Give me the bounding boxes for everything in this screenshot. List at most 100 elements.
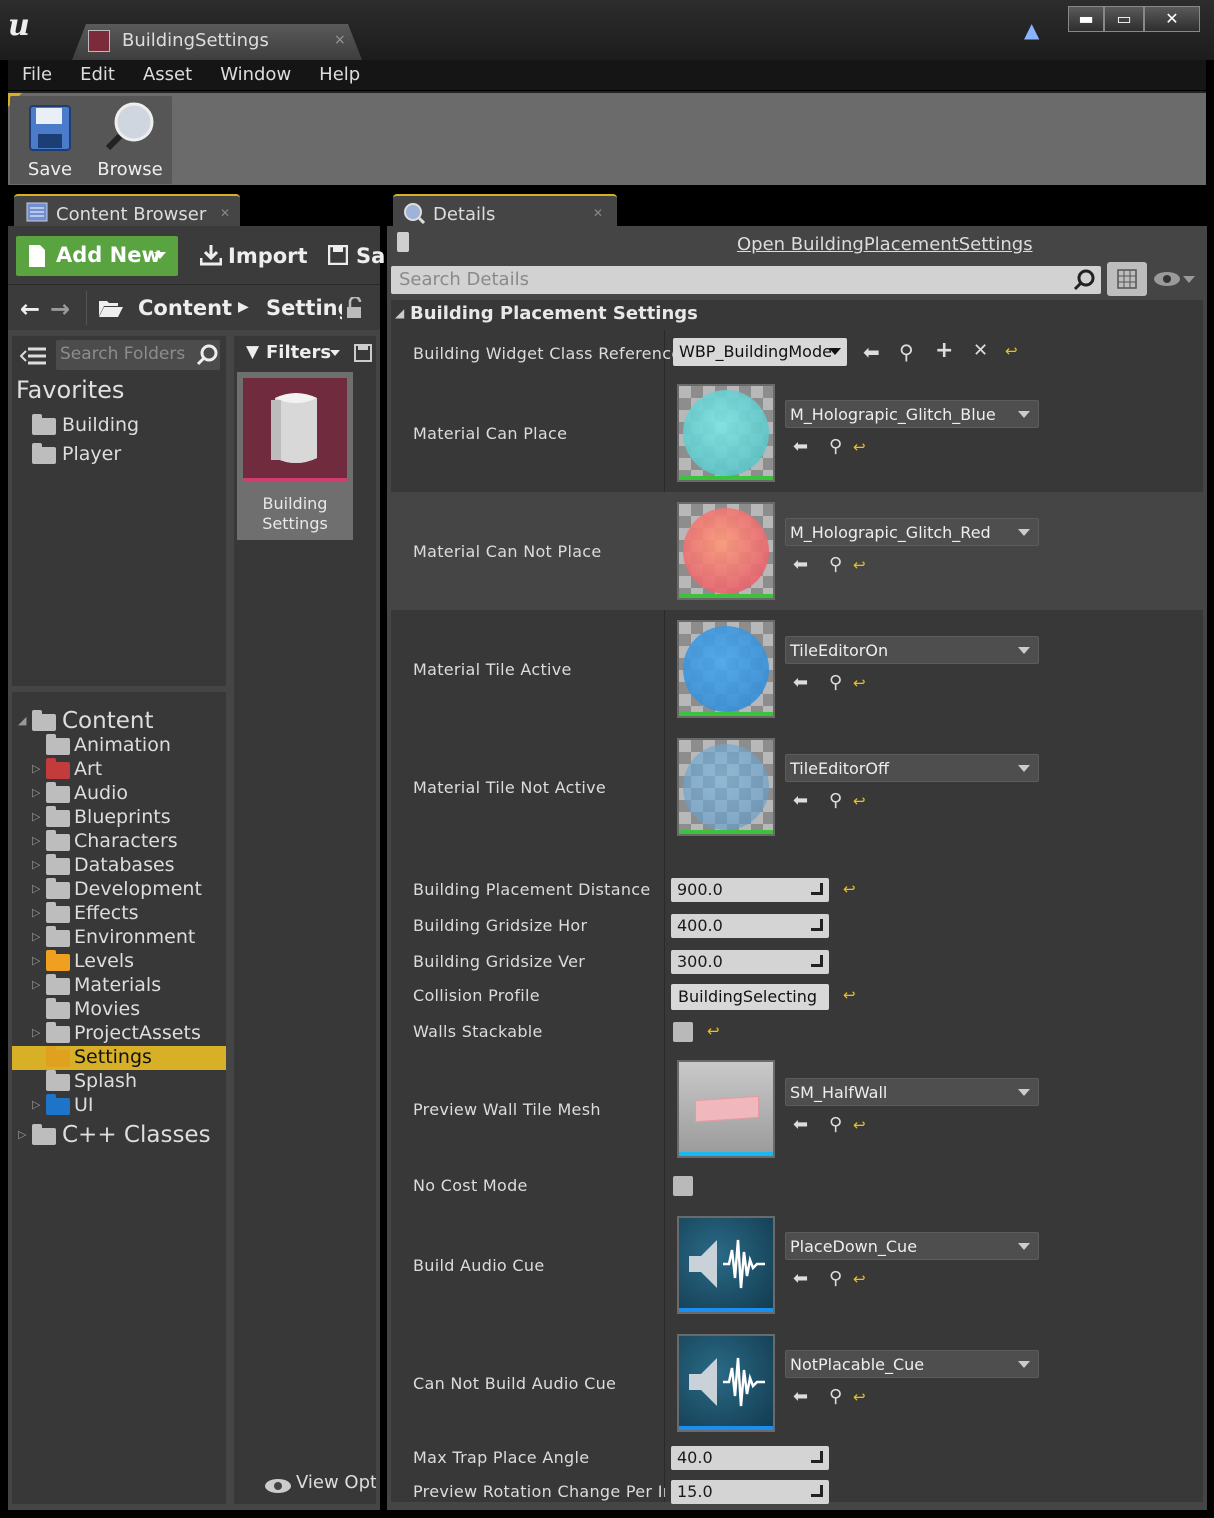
tree-folder-audio[interactable]: ▷ Audio [12, 782, 226, 806]
menu-edit[interactable]: Edit [66, 60, 129, 90]
maximize-button[interactable]: ▭ [1104, 6, 1144, 32]
tree-folder-ui[interactable]: ▷ UI [12, 1094, 226, 1118]
drag-handle-icon[interactable] [811, 883, 823, 895]
breadcrumb-content[interactable]: Content [138, 296, 232, 320]
collapsed-arrow-icon[interactable]: ▷ [32, 1026, 40, 1039]
search-details-input[interactable]: Search Details [391, 266, 1101, 294]
collapsed-arrow-icon[interactable]: ▷ [32, 834, 40, 847]
open-settings-link[interactable]: Open BuildingPlacementSettings [737, 234, 1033, 255]
favorite-player[interactable]: Player [12, 443, 226, 467]
collapsed-arrow-icon[interactable]: ▷ [32, 762, 40, 775]
doc-tab-building-settings[interactable]: BuildingSettings × [72, 24, 362, 60]
numeric-field[interactable]: 400.0 [671, 914, 829, 938]
class-picker-combo[interactable]: WBP_BuildingMode [673, 338, 847, 366]
menu-file[interactable]: File [8, 60, 66, 90]
tree-folder-databases[interactable]: ▷ Databases [12, 854, 226, 878]
asset-picker-combo[interactable]: PlaceDown_Cue [785, 1232, 1039, 1260]
save-button[interactable]: Save [10, 96, 90, 184]
expanded-arrow-icon[interactable]: ◢ [395, 306, 404, 320]
collapsed-arrow-icon[interactable]: ▷ [32, 978, 40, 991]
forward-arrow-icon[interactable]: → [50, 295, 70, 323]
search-folders-input[interactable]: Search Folders [56, 340, 220, 370]
browse-magnifier-icon[interactable]: ⚲ [899, 340, 914, 364]
use-selected-arrow-icon[interactable]: ⬅ [793, 1114, 808, 1135]
category-header[interactable]: ◢ Building Placement Settings [391, 300, 1203, 330]
reset-to-default-icon[interactable]: ↩ [853, 438, 866, 456]
reset-to-default-icon[interactable]: ↩ [843, 880, 856, 898]
reset-to-default-icon[interactable]: ↩ [853, 1270, 866, 1288]
material-thumbnail[interactable] [677, 502, 775, 600]
tree-folder-effects[interactable]: ▷ Effects [12, 902, 226, 926]
reset-to-default-icon[interactable]: ↩ [853, 1116, 866, 1134]
tree-folder-blueprints[interactable]: ▷ Blueprints [12, 806, 226, 830]
collapsed-arrow-icon[interactable]: ▷ [32, 954, 40, 967]
asset-picker-combo[interactable]: SM_HalfWall [785, 1078, 1039, 1106]
sources-toggle-icon[interactable] [20, 346, 46, 366]
asset-tile-building-settings[interactable]: Building Settings [237, 372, 353, 540]
browse-magnifier-icon[interactable]: ⚲ [829, 554, 842, 575]
asset-picker-combo[interactable]: M_Holograpic_Glitch_Blue [785, 400, 1039, 428]
tutorial-cap-icon[interactable]: ▲ [1024, 18, 1050, 44]
sound-cue-thumbnail[interactable] [677, 1334, 775, 1432]
tree-cpp-classes[interactable]: ▷ C++ Classes [12, 1122, 226, 1150]
browse-magnifier-icon[interactable]: ⚲ [829, 672, 842, 693]
asset-picker-combo[interactable]: TileEditorOff [785, 754, 1039, 782]
tree-folder-projectassets[interactable]: ▷ ProjectAssets [12, 1022, 226, 1046]
tab-content-browser[interactable]: Content Browser ✕ [14, 194, 240, 230]
use-selected-arrow-icon[interactable]: ⬅ [793, 672, 808, 693]
new-plus-icon[interactable]: + [935, 338, 953, 363]
tree-root-content[interactable]: ◢ Content [12, 708, 226, 736]
drag-handle-icon[interactable] [811, 1451, 823, 1463]
material-thumbnail[interactable] [677, 738, 775, 836]
save-all-button[interactable]: Sa [356, 244, 385, 268]
drag-handle-icon[interactable] [811, 919, 823, 931]
add-new-button[interactable]: Add New [16, 236, 178, 276]
tab-details[interactable]: Details ✕ [393, 194, 617, 230]
breadcrumb-separator-icon[interactable]: ▶ [238, 299, 249, 315]
use-selected-arrow-icon[interactable]: ⬅ [793, 436, 808, 457]
close-icon[interactable]: ✕ [220, 206, 230, 220]
browse-magnifier-icon[interactable]: ⚲ [829, 1386, 842, 1407]
import-button[interactable]: Import [228, 244, 308, 268]
tree-folder-splash[interactable]: Splash [12, 1070, 226, 1094]
close-icon[interactable]: ✕ [593, 206, 603, 220]
mesh-thumbnail[interactable] [677, 1060, 775, 1158]
view-options-button[interactable]: View Opti [296, 1472, 376, 1493]
menu-help[interactable]: Help [305, 60, 374, 90]
breadcrumb-settings[interactable]: Setting [266, 296, 342, 320]
tree-folder-selected[interactable]: Settings [12, 1046, 226, 1070]
favorite-building[interactable]: Building [12, 414, 226, 438]
collapsed-arrow-icon[interactable]: ▷ [18, 1128, 26, 1141]
numeric-field[interactable]: 900.0 [671, 878, 829, 902]
filter-icon[interactable]: ▼ [246, 342, 259, 362]
back-arrow-icon[interactable]: ← [20, 295, 40, 323]
menu-window[interactable]: Window [206, 60, 305, 90]
material-thumbnail[interactable] [677, 384, 775, 482]
reset-to-default-icon[interactable]: ↩ [843, 986, 856, 1004]
eye-icon[interactable] [1153, 270, 1181, 288]
use-selected-arrow-icon[interactable]: ⬅ [793, 1268, 808, 1289]
tree-folder-materials[interactable]: ▷ Materials [12, 974, 226, 998]
max-trap-angle-field[interactable]: 40.0 [671, 1446, 829, 1470]
collapsed-arrow-icon[interactable]: ▷ [32, 882, 40, 895]
reset-to-default-icon[interactable]: ↩ [853, 792, 866, 810]
close-window-button[interactable]: ✕ [1144, 6, 1200, 32]
collapsed-arrow-icon[interactable]: ▷ [32, 930, 40, 943]
tree-folder-art[interactable]: ▷ Art [12, 758, 226, 782]
drag-handle-icon[interactable] [811, 1485, 823, 1497]
preview-rotation-field[interactable]: 15.0 [671, 1480, 829, 1504]
tree-folder-movies[interactable]: Movies [12, 998, 226, 1022]
tree-folder-characters[interactable]: ▷ Characters [12, 830, 226, 854]
reset-to-default-icon[interactable]: ↩ [853, 674, 866, 692]
sound-cue-thumbnail[interactable] [677, 1216, 775, 1314]
browse-button[interactable]: Browse [90, 96, 170, 184]
reset-to-default-icon[interactable]: ↩ [853, 556, 866, 574]
reset-to-default-icon[interactable]: ↩ [1005, 342, 1018, 360]
tree-folder-levels[interactable]: ▷ Levels [12, 950, 226, 974]
tree-folder-animation[interactable]: Animation [12, 734, 226, 758]
expanded-arrow-icon[interactable]: ◢ [18, 714, 26, 727]
browse-magnifier-icon[interactable]: ⚲ [829, 790, 842, 811]
collapsed-arrow-icon[interactable]: ▷ [32, 810, 40, 823]
save-search-icon[interactable] [354, 344, 372, 362]
collapsed-arrow-icon[interactable]: ▷ [32, 906, 40, 919]
